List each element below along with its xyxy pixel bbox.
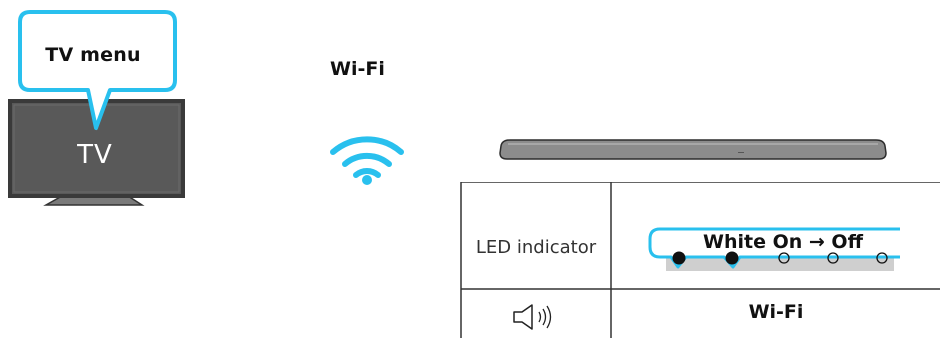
led-indicator-label: LED indicator (475, 237, 597, 258)
tv-screen-label: TV (77, 140, 113, 170)
wifi-connection-label: Wi-Fi (330, 58, 385, 80)
led-dot-1 (672, 251, 686, 265)
tv-menu-label: TV menu (45, 44, 141, 66)
wifi-icon (330, 136, 404, 185)
led-callout-label: White On → Off (703, 231, 863, 253)
speaker-icon (513, 304, 552, 330)
soundbar-icon (499, 139, 887, 160)
tv-illustration (8, 10, 185, 206)
led-dot-2 (725, 251, 739, 265)
wifi-mode-label: Wi-Fi (748, 301, 804, 323)
